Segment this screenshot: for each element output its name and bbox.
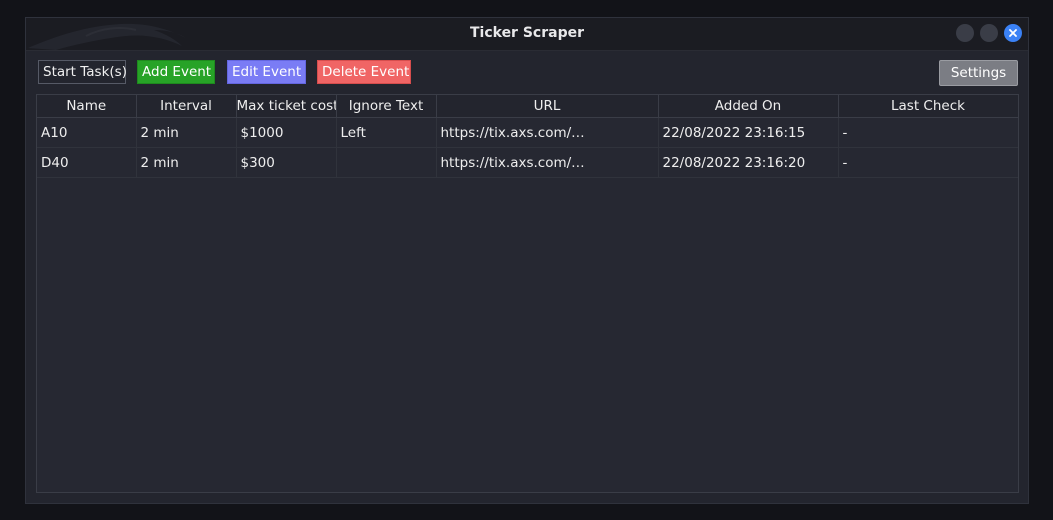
column-header-url[interactable]: URL <box>436 95 659 118</box>
cell-last-check: - <box>838 147 1018 178</box>
add-event-button[interactable]: Add Event <box>137 60 215 84</box>
maximize-button[interactable] <box>980 24 998 42</box>
table-header-row: Name Interval Max ticket cost Ignore Tex… <box>37 95 1018 118</box>
window-controls <box>956 24 1022 42</box>
app-window: Ticker Scraper Start Task(s) Add Event E… <box>25 17 1029 504</box>
cell-name: D40 <box>37 147 137 178</box>
table-row[interactable]: A10 2 min $1000 Left https://tix.axs.com… <box>37 117 1018 148</box>
cell-added-on: 22/08/2022 23:16:15 <box>658 117 839 148</box>
column-header-ignore-text[interactable]: Ignore Text <box>336 95 437 118</box>
cell-max-ticket-cost: $300 <box>236 147 337 178</box>
close-button[interactable] <box>1004 24 1022 42</box>
cell-interval: 2 min <box>136 117 237 148</box>
cell-added-on: 22/08/2022 23:16:20 <box>658 147 839 178</box>
table-row[interactable]: D40 2 min $300 https://tix.axs.com/… 22/… <box>37 147 1018 178</box>
column-header-max-ticket-cost[interactable]: Max ticket cost <box>236 95 337 118</box>
title-bar[interactable]: Ticker Scraper <box>26 18 1028 51</box>
close-icon <box>1009 29 1017 37</box>
column-header-interval[interactable]: Interval <box>136 95 237 118</box>
settings-button[interactable]: Settings <box>939 60 1018 86</box>
column-header-added-on[interactable]: Added On <box>658 95 839 118</box>
edit-event-button[interactable]: Edit Event <box>227 60 306 84</box>
window-title: Ticker Scraper <box>469 25 584 41</box>
cell-max-ticket-cost: $1000 <box>236 117 337 148</box>
delete-event-button[interactable]: Delete Event <box>317 60 411 84</box>
column-header-last-check[interactable]: Last Check <box>838 95 1018 118</box>
start-tasks-button[interactable]: Start Task(s) <box>38 60 127 84</box>
cell-url: https://tix.axs.com/… <box>436 147 659 178</box>
minimize-button[interactable] <box>956 24 974 42</box>
cell-url: https://tix.axs.com/… <box>436 117 659 148</box>
cell-name: A10 <box>37 117 137 148</box>
toolbar: Start Task(s) Add Event Edit Event Delet… <box>36 60 1018 86</box>
column-header-name[interactable]: Name <box>37 95 137 118</box>
cell-interval: 2 min <box>136 147 237 178</box>
cell-ignore-text <box>336 147 437 178</box>
events-table[interactable]: Name Interval Max ticket cost Ignore Tex… <box>36 94 1019 493</box>
cell-ignore-text: Left <box>336 117 437 148</box>
cell-last-check: - <box>838 117 1018 148</box>
